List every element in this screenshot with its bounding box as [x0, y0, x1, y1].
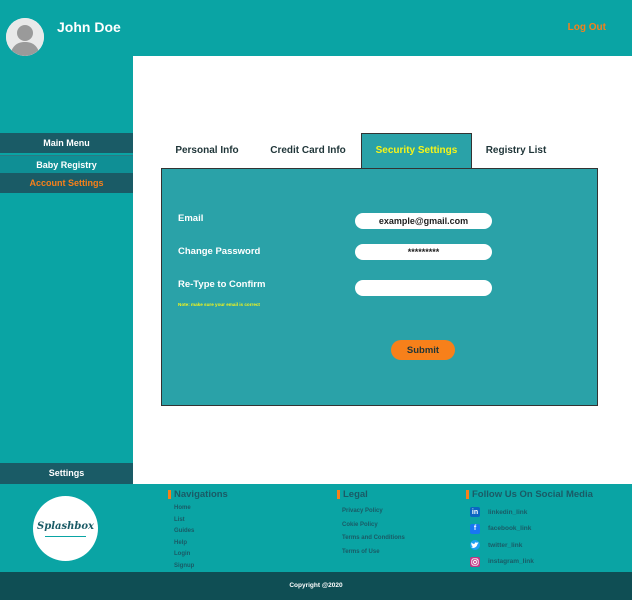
logo-text: Splashbox	[36, 521, 95, 532]
sidebar-main-menu-heading: Main Menu	[0, 133, 133, 153]
twitter-link-label: twitter_link	[488, 541, 523, 549]
user-avatar-icon	[6, 18, 44, 56]
username: John Doe	[57, 19, 121, 35]
footer-link-terms-of-use[interactable]: Terms of Use	[342, 546, 405, 560]
footer-legal: Legal Privacy Policy Cokie Policy Terms …	[337, 489, 405, 559]
email-label: Email	[178, 213, 204, 224]
header: John Doe Log Out	[0, 0, 632, 56]
logo-underline	[45, 536, 86, 537]
avatar[interactable]	[6, 18, 44, 56]
tab-registry-list[interactable]: Registry List	[474, 133, 558, 169]
footer-link-home[interactable]: Home	[174, 503, 228, 515]
tab-security-settings[interactable]: Security Settings	[361, 133, 472, 169]
footer-link-help[interactable]: Help	[174, 538, 228, 550]
splashbox-logo[interactable]: Splashbox	[33, 496, 98, 561]
email-field[interactable]	[355, 213, 492, 229]
navigations-heading: Navigations	[174, 489, 228, 500]
tab-credit-card-info[interactable]: Credit Card Info	[260, 133, 356, 169]
footer-navigations: Navigations Home List Guides Help Login …	[168, 489, 228, 572]
heading-bar-icon	[466, 490, 469, 499]
linkedin-link-label: linkedin_link	[488, 508, 528, 516]
instagram-link-label: instagram_link	[488, 558, 534, 566]
settings-tabs: Personal Info Credit Card Info Security …	[161, 133, 598, 169]
heading-bar-icon	[337, 490, 340, 499]
footer-link-login[interactable]: Login	[174, 549, 228, 561]
social-heading: Follow Us On Social Media	[472, 489, 593, 500]
footer-link-privacy-policy[interactable]: Privacy Policy	[342, 505, 405, 519]
linkedin-icon: in	[470, 507, 480, 518]
footer-link-terms-conditions[interactable]: Terms and Conditions	[342, 532, 405, 546]
submit-button[interactable]: Submit	[391, 340, 455, 360]
sidebar-item-baby-registry[interactable]: Baby Registry	[0, 155, 133, 173]
copyright: Copyright @2020	[0, 572, 632, 600]
footer: Splashbox Navigations Home List Guides H…	[0, 484, 632, 572]
retype-confirm-field[interactable]	[355, 280, 492, 296]
change-password-field[interactable]	[355, 244, 492, 260]
footer-link-cookie-policy[interactable]: Cokie Policy	[342, 519, 405, 533]
facebook-link-label: facebook_link	[488, 525, 532, 533]
footer-link-guides[interactable]: Guides	[174, 526, 228, 538]
social-link-linkedin[interactable]: in linkedin_link	[466, 504, 593, 521]
facebook-icon: f	[470, 523, 480, 534]
tab-personal-info[interactable]: Personal Info	[161, 133, 253, 169]
sidebar-item-settings[interactable]: Settings	[0, 463, 133, 484]
heading-bar-icon	[168, 490, 171, 499]
logout-link[interactable]: Log Out	[568, 22, 606, 33]
security-settings-panel: Email Change Password Re-Type to Confirm…	[161, 168, 598, 406]
email-note: Note: make sure your email is correct	[178, 302, 260, 307]
retype-confirm-label: Re-Type to Confirm	[178, 279, 266, 290]
footer-link-list[interactable]: List	[174, 515, 228, 527]
social-link-instagram[interactable]: instagram_link	[466, 554, 593, 571]
footer-social: Follow Us On Social Media in linkedin_li…	[466, 489, 593, 570]
sidebar-item-account-settings[interactable]: Account Settings	[0, 173, 133, 193]
footer-link-signup[interactable]: Signup	[174, 561, 228, 573]
instagram-icon	[470, 556, 480, 567]
twitter-icon	[470, 540, 480, 551]
sidebar: Main Menu Baby Registry Account Settings…	[0, 56, 133, 484]
change-password-label: Change Password	[178, 246, 261, 257]
social-link-twitter[interactable]: twitter_link	[466, 537, 593, 554]
social-link-facebook[interactable]: f facebook_link	[466, 521, 593, 538]
legal-heading: Legal	[343, 489, 368, 500]
